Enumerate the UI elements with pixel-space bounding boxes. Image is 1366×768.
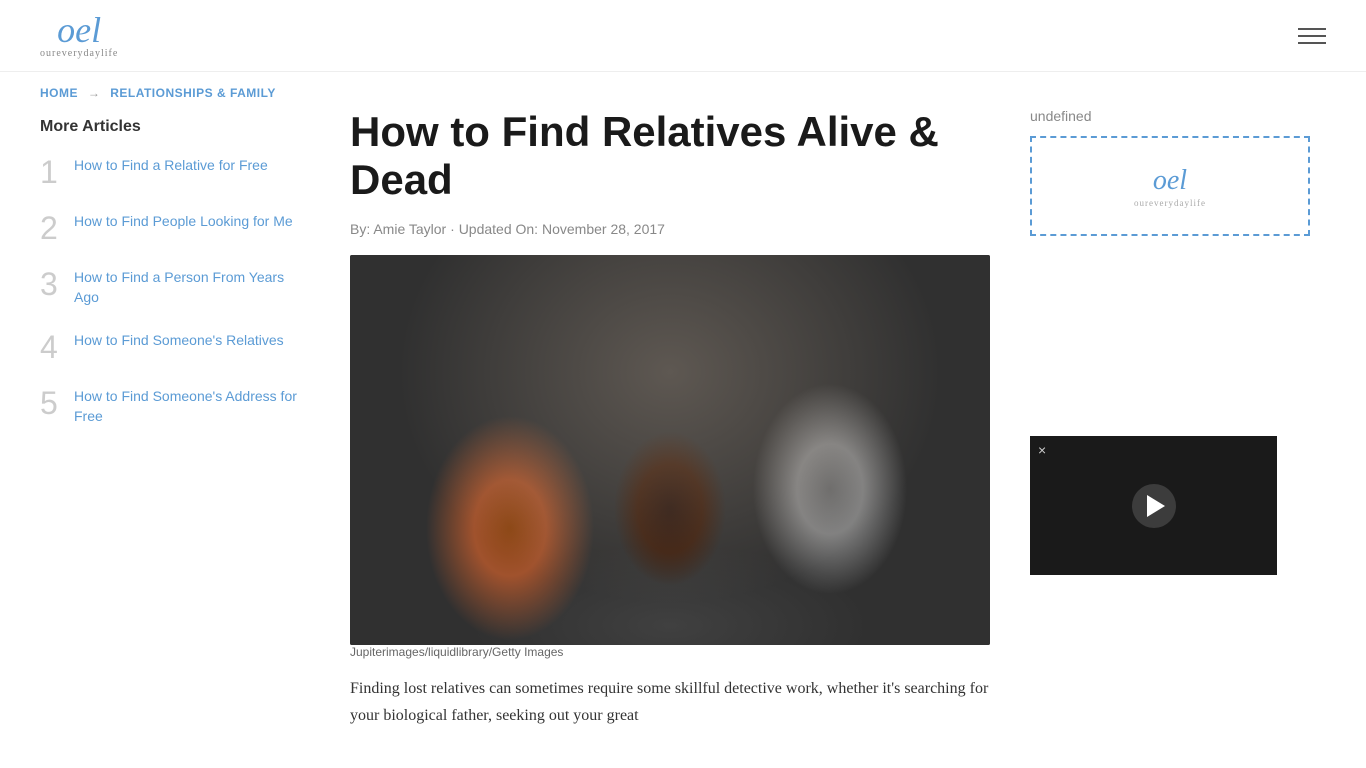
list-number-1: 1 xyxy=(40,156,60,188)
article-updated-date: November 28, 2017 xyxy=(542,221,665,237)
breadcrumb-separator: → xyxy=(88,86,101,100)
list-item: 5 How to Find Someone's Address for Free xyxy=(40,387,310,426)
article-body-text: Finding lost relatives can sometimes req… xyxy=(350,675,990,729)
article-body: Finding lost relatives can sometimes req… xyxy=(350,675,990,729)
sidebar: More Articles 1 How to Find a Relative f… xyxy=(40,108,310,729)
menu-button[interactable] xyxy=(1298,28,1326,44)
more-articles-heading: More Articles xyxy=(40,118,310,136)
article-list: 1 How to Find a Relative for Free 2 How … xyxy=(40,156,310,426)
breadcrumb: HOME → RELATIONSHIPS & FAMILY xyxy=(40,72,1326,108)
site-header: oel oureverydaylife xyxy=(0,0,1366,72)
list-item: 1 How to Find a Relative for Free xyxy=(40,156,310,188)
article-image xyxy=(350,255,990,645)
ad-title: undefined xyxy=(1030,108,1320,124)
content-area: More Articles 1 How to Find a Relative f… xyxy=(40,108,1326,729)
article-image-container: Jupiterimages/liquidlibrary/Getty Images xyxy=(350,255,990,659)
article-updated-label: Updated On: xyxy=(459,221,538,237)
list-link-3[interactable]: How to Find a Person From Years Ago xyxy=(74,268,310,307)
list-item: 3 How to Find a Person From Years Ago xyxy=(40,268,310,307)
article-title: How to Find Relatives Alive & Dead xyxy=(350,108,990,205)
breadcrumb-category[interactable]: RELATIONSHIPS & FAMILY xyxy=(110,86,276,100)
logo-text: oel xyxy=(57,12,101,48)
list-link-1[interactable]: How to Find a Relative for Free xyxy=(74,156,268,176)
main-content: How to Find Relatives Alive & Dead By: A… xyxy=(350,108,990,729)
site-logo[interactable]: oel oureverydaylife xyxy=(40,12,118,59)
meta-dot: · xyxy=(450,221,455,237)
hamburger-line-2 xyxy=(1298,35,1326,37)
list-item: 2 How to Find People Looking for Me xyxy=(40,212,310,244)
list-item: 4 How to Find Someone's Relatives xyxy=(40,331,310,363)
video-player[interactable]: × xyxy=(1030,436,1277,575)
hamburger-line-1 xyxy=(1298,28,1326,30)
right-sidebar: undefined oel oureverydaylife × xyxy=(1030,108,1320,729)
hamburger-line-3 xyxy=(1298,42,1326,44)
list-number-3: 3 xyxy=(40,268,60,300)
list-number-4: 4 xyxy=(40,331,60,363)
list-number-2: 2 xyxy=(40,212,60,244)
breadcrumb-home[interactable]: HOME xyxy=(40,86,78,100)
ad-placeholder: oel oureverydaylife xyxy=(1030,136,1310,236)
video-play-button[interactable] xyxy=(1132,484,1176,528)
list-link-2[interactable]: How to Find People Looking for Me xyxy=(74,212,293,232)
article-meta: By: Amie Taylor · Updated On: November 2… xyxy=(350,221,990,237)
ad-logo-container: oel oureverydaylife xyxy=(1134,164,1206,208)
list-link-4[interactable]: How to Find Someone's Relatives xyxy=(74,331,284,351)
page-wrapper: HOME → RELATIONSHIPS & FAMILY More Artic… xyxy=(0,72,1366,729)
image-caption: Jupiterimages/liquidlibrary/Getty Images xyxy=(350,645,990,659)
logo-subtext: oureverydaylife xyxy=(40,48,118,59)
video-close-button[interactable]: × xyxy=(1038,442,1046,458)
ad-logo-sub: oureverydaylife xyxy=(1134,198,1206,208)
list-link-5[interactable]: How to Find Someone's Address for Free xyxy=(74,387,310,426)
ad-logo-text: oel xyxy=(1134,164,1206,198)
list-number-5: 5 xyxy=(40,387,60,419)
article-author: By: Amie Taylor xyxy=(350,221,446,237)
